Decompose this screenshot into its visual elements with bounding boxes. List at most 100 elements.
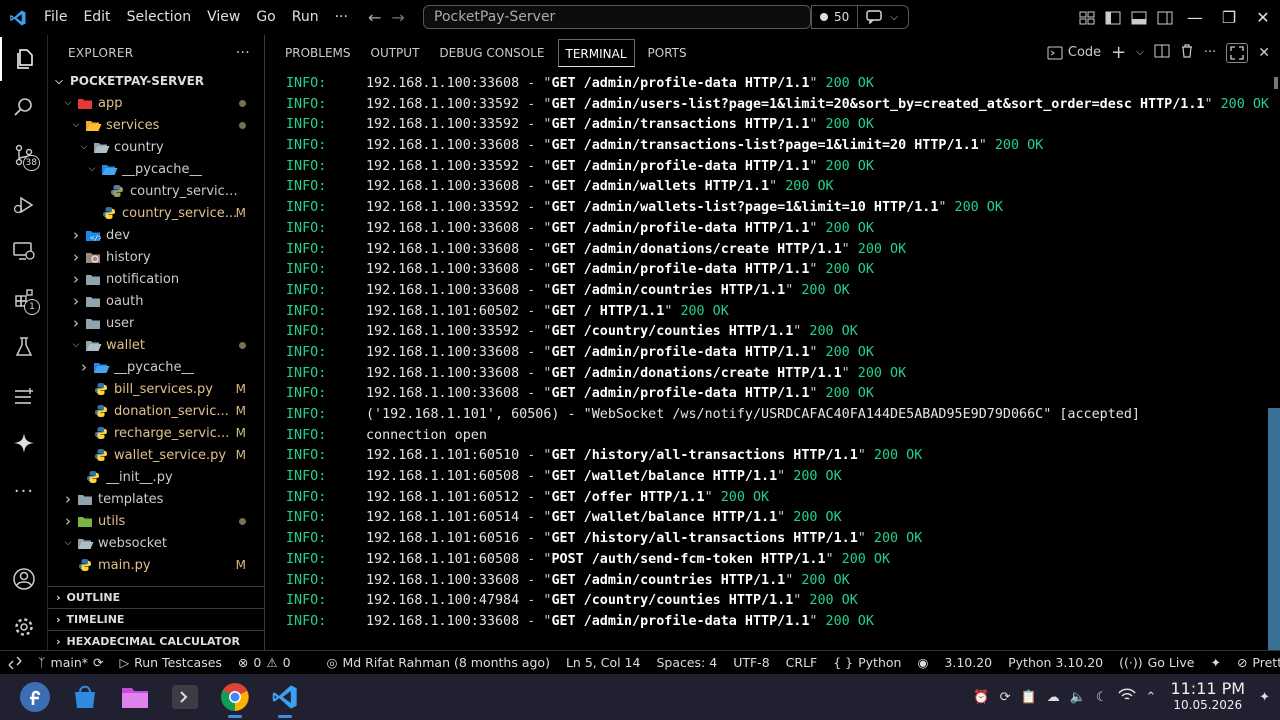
- python-interpreter[interactable]: Python 3.10.20: [1000, 651, 1111, 675]
- terminal-scrollbar[interactable]: [1268, 408, 1280, 650]
- file-item[interactable]: country_service.cpy...: [48, 180, 264, 202]
- minimize-icon[interactable]: —: [1178, 0, 1212, 35]
- folder-item[interactable]: › </> dev: [48, 224, 264, 246]
- search-icon[interactable]: [0, 85, 48, 129]
- cursor-position[interactable]: Ln 5, Col 14: [558, 651, 649, 675]
- more-views-icon[interactable]: ···: [0, 469, 48, 513]
- folder-item[interactable]: › utils: [48, 510, 264, 532]
- timeline-section[interactable]: › TIMELINE: [48, 608, 265, 630]
- remote-explorer-icon[interactable]: [0, 229, 48, 273]
- wifi-icon[interactable]: [1117, 688, 1136, 706]
- folder-item[interactable]: ⌵ country: [48, 136, 264, 158]
- testing-flask-icon[interactable]: [0, 325, 48, 369]
- alarm-icon[interactable]: ⏰: [973, 690, 989, 705]
- language-mode[interactable]: { } Python: [825, 651, 909, 675]
- file-item[interactable]: main.py M: [48, 554, 264, 576]
- split-terminal-icon[interactable]: [1154, 44, 1170, 62]
- customize-layout-icon[interactable]: [1074, 0, 1100, 35]
- fedora-start-icon[interactable]: [10, 674, 60, 720]
- end-of-line[interactable]: CRLF: [778, 651, 826, 675]
- account-icon[interactable]: [0, 557, 48, 601]
- encoding[interactable]: UTF-8: [725, 651, 777, 675]
- remote-indicator[interactable]: [0, 651, 30, 675]
- trash-icon[interactable]: [1180, 43, 1194, 62]
- close-icon[interactable]: ✕: [1246, 0, 1280, 35]
- menu-selection[interactable]: Selection: [119, 0, 200, 35]
- list-tree-icon[interactable]: [0, 375, 48, 419]
- tab-ports[interactable]: PORTS: [641, 39, 694, 67]
- folder-item[interactable]: ⌵ wallet: [48, 334, 264, 356]
- vscode-taskbar-icon[interactable]: [260, 674, 310, 720]
- back-arrow-icon[interactable]: ←: [368, 8, 381, 27]
- chrome-icon[interactable]: [210, 674, 260, 720]
- new-terminal-icon[interactable]: +: [1111, 42, 1126, 63]
- folder-item[interactable]: › templates: [48, 488, 264, 510]
- folder-item[interactable]: › __pycache__: [48, 356, 264, 378]
- close-panel-icon[interactable]: ✕: [1258, 45, 1270, 61]
- settings-gear-icon[interactable]: [0, 605, 48, 649]
- toggle-secondary-sidebar-icon[interactable]: [1152, 0, 1178, 35]
- folder-item[interactable]: › oauth: [48, 290, 264, 312]
- file-item[interactable]: bill_services.py M: [48, 378, 264, 400]
- folder-item[interactable]: › notification: [48, 268, 264, 290]
- run-testcases-button[interactable]: ▷ Run Testcases: [111, 651, 229, 675]
- explorer-icon[interactable]: [0, 37, 48, 81]
- file-item[interactable]: __init__.py: [48, 466, 264, 488]
- folder-item[interactable]: › history: [48, 246, 264, 268]
- night-mode-icon[interactable]: ☾: [1096, 690, 1108, 705]
- file-manager-icon[interactable]: [110, 674, 160, 720]
- git-blame[interactable]: ◎ Md Rifat Rahman (8 months ago): [319, 651, 558, 675]
- indentation[interactable]: Spaces: 4: [648, 651, 725, 675]
- toggle-panel-icon[interactable]: [1126, 0, 1152, 35]
- software-store-icon[interactable]: [60, 674, 110, 720]
- copilot-sparkle-icon[interactable]: [0, 421, 48, 465]
- chevron-down-icon[interactable]: ⌵: [1136, 47, 1144, 58]
- volume-icon[interactable]: 🔈: [1070, 690, 1086, 705]
- folder-item[interactable]: ⌵ websocket: [48, 532, 264, 554]
- toggle-primary-sidebar-icon[interactable]: [1100, 0, 1126, 35]
- folder-item[interactable]: › user: [48, 312, 264, 334]
- tab-terminal[interactable]: TERMINAL: [557, 38, 635, 67]
- menu-run[interactable]: Run: [284, 0, 327, 35]
- file-item[interactable]: recharge_servic... M: [48, 422, 264, 444]
- file-item[interactable]: wallet_service.py M: [48, 444, 264, 466]
- folder-item[interactable]: ⌵ __pycache__: [48, 158, 264, 180]
- terminal-output[interactable]: INFO: 192.168.1.100:33608 - "GET /admin/p…: [286, 74, 1269, 633]
- tab-debug-console[interactable]: DEBUG CONSOLE: [432, 39, 551, 67]
- copilot-status[interactable]: 50: [812, 6, 859, 28]
- file-item[interactable]: donation_servic... M: [48, 400, 264, 422]
- terminal-app-icon[interactable]: [160, 674, 210, 720]
- weather-icon[interactable]: ☁: [1047, 690, 1060, 705]
- run-debug-icon[interactable]: [0, 183, 48, 227]
- hexadecimal-calculator-section[interactable]: › HEXADECIMAL CALCULATOR: [48, 630, 265, 652]
- tray-expand-icon[interactable]: ⌃: [1146, 690, 1157, 705]
- file-item[interactable]: country_service... M: [48, 202, 264, 224]
- copilot-chat-button[interactable]: ⌵: [858, 10, 906, 24]
- show-desktop-icon[interactable]: ✦: [1259, 690, 1270, 705]
- folder-item[interactable]: ⌵ app: [48, 92, 264, 114]
- source-control-icon[interactable]: 38: [0, 133, 48, 177]
- sync-tray-icon[interactable]: ⟳: [1000, 690, 1011, 705]
- command-center-search[interactable]: PocketPay-Server: [423, 5, 811, 29]
- more-actions-icon[interactable]: ···: [1204, 45, 1216, 60]
- copilot-status-icon[interactable]: ✦: [1202, 651, 1228, 675]
- menu-go[interactable]: Go: [248, 0, 283, 35]
- clipboard-icon[interactable]: 📋: [1021, 690, 1037, 705]
- workspace-root[interactable]: ⌵ POCKETPAY-SERVER: [48, 70, 264, 92]
- branch-indicator[interactable]: ᛉ main* ⟳: [30, 651, 111, 675]
- restore-icon[interactable]: ❐: [1212, 0, 1246, 35]
- explorer-more-icon[interactable]: ···: [236, 45, 250, 61]
- tab-problems[interactable]: PROBLEMS: [278, 39, 358, 67]
- menu-view[interactable]: View: [199, 0, 248, 35]
- prettier-status[interactable]: ⊘ Prettier: [1229, 651, 1280, 675]
- menu-file[interactable]: File: [36, 0, 75, 35]
- outline-section[interactable]: › OUTLINE: [48, 586, 265, 608]
- python-version[interactable]: 3.10.20: [936, 651, 1000, 675]
- tab-output[interactable]: OUTPUT: [364, 39, 427, 67]
- extensions-icon[interactable]: 1: [0, 277, 48, 321]
- problems-indicator[interactable]: ⊗ 0 ⚠ 0: [230, 651, 299, 675]
- menu-edit[interactable]: Edit: [75, 0, 118, 35]
- folder-item[interactable]: ⌵ services: [48, 114, 264, 136]
- menu-more[interactable]: ···: [327, 0, 356, 35]
- copilot-disabled-indicator[interactable]: ◉: [909, 651, 936, 675]
